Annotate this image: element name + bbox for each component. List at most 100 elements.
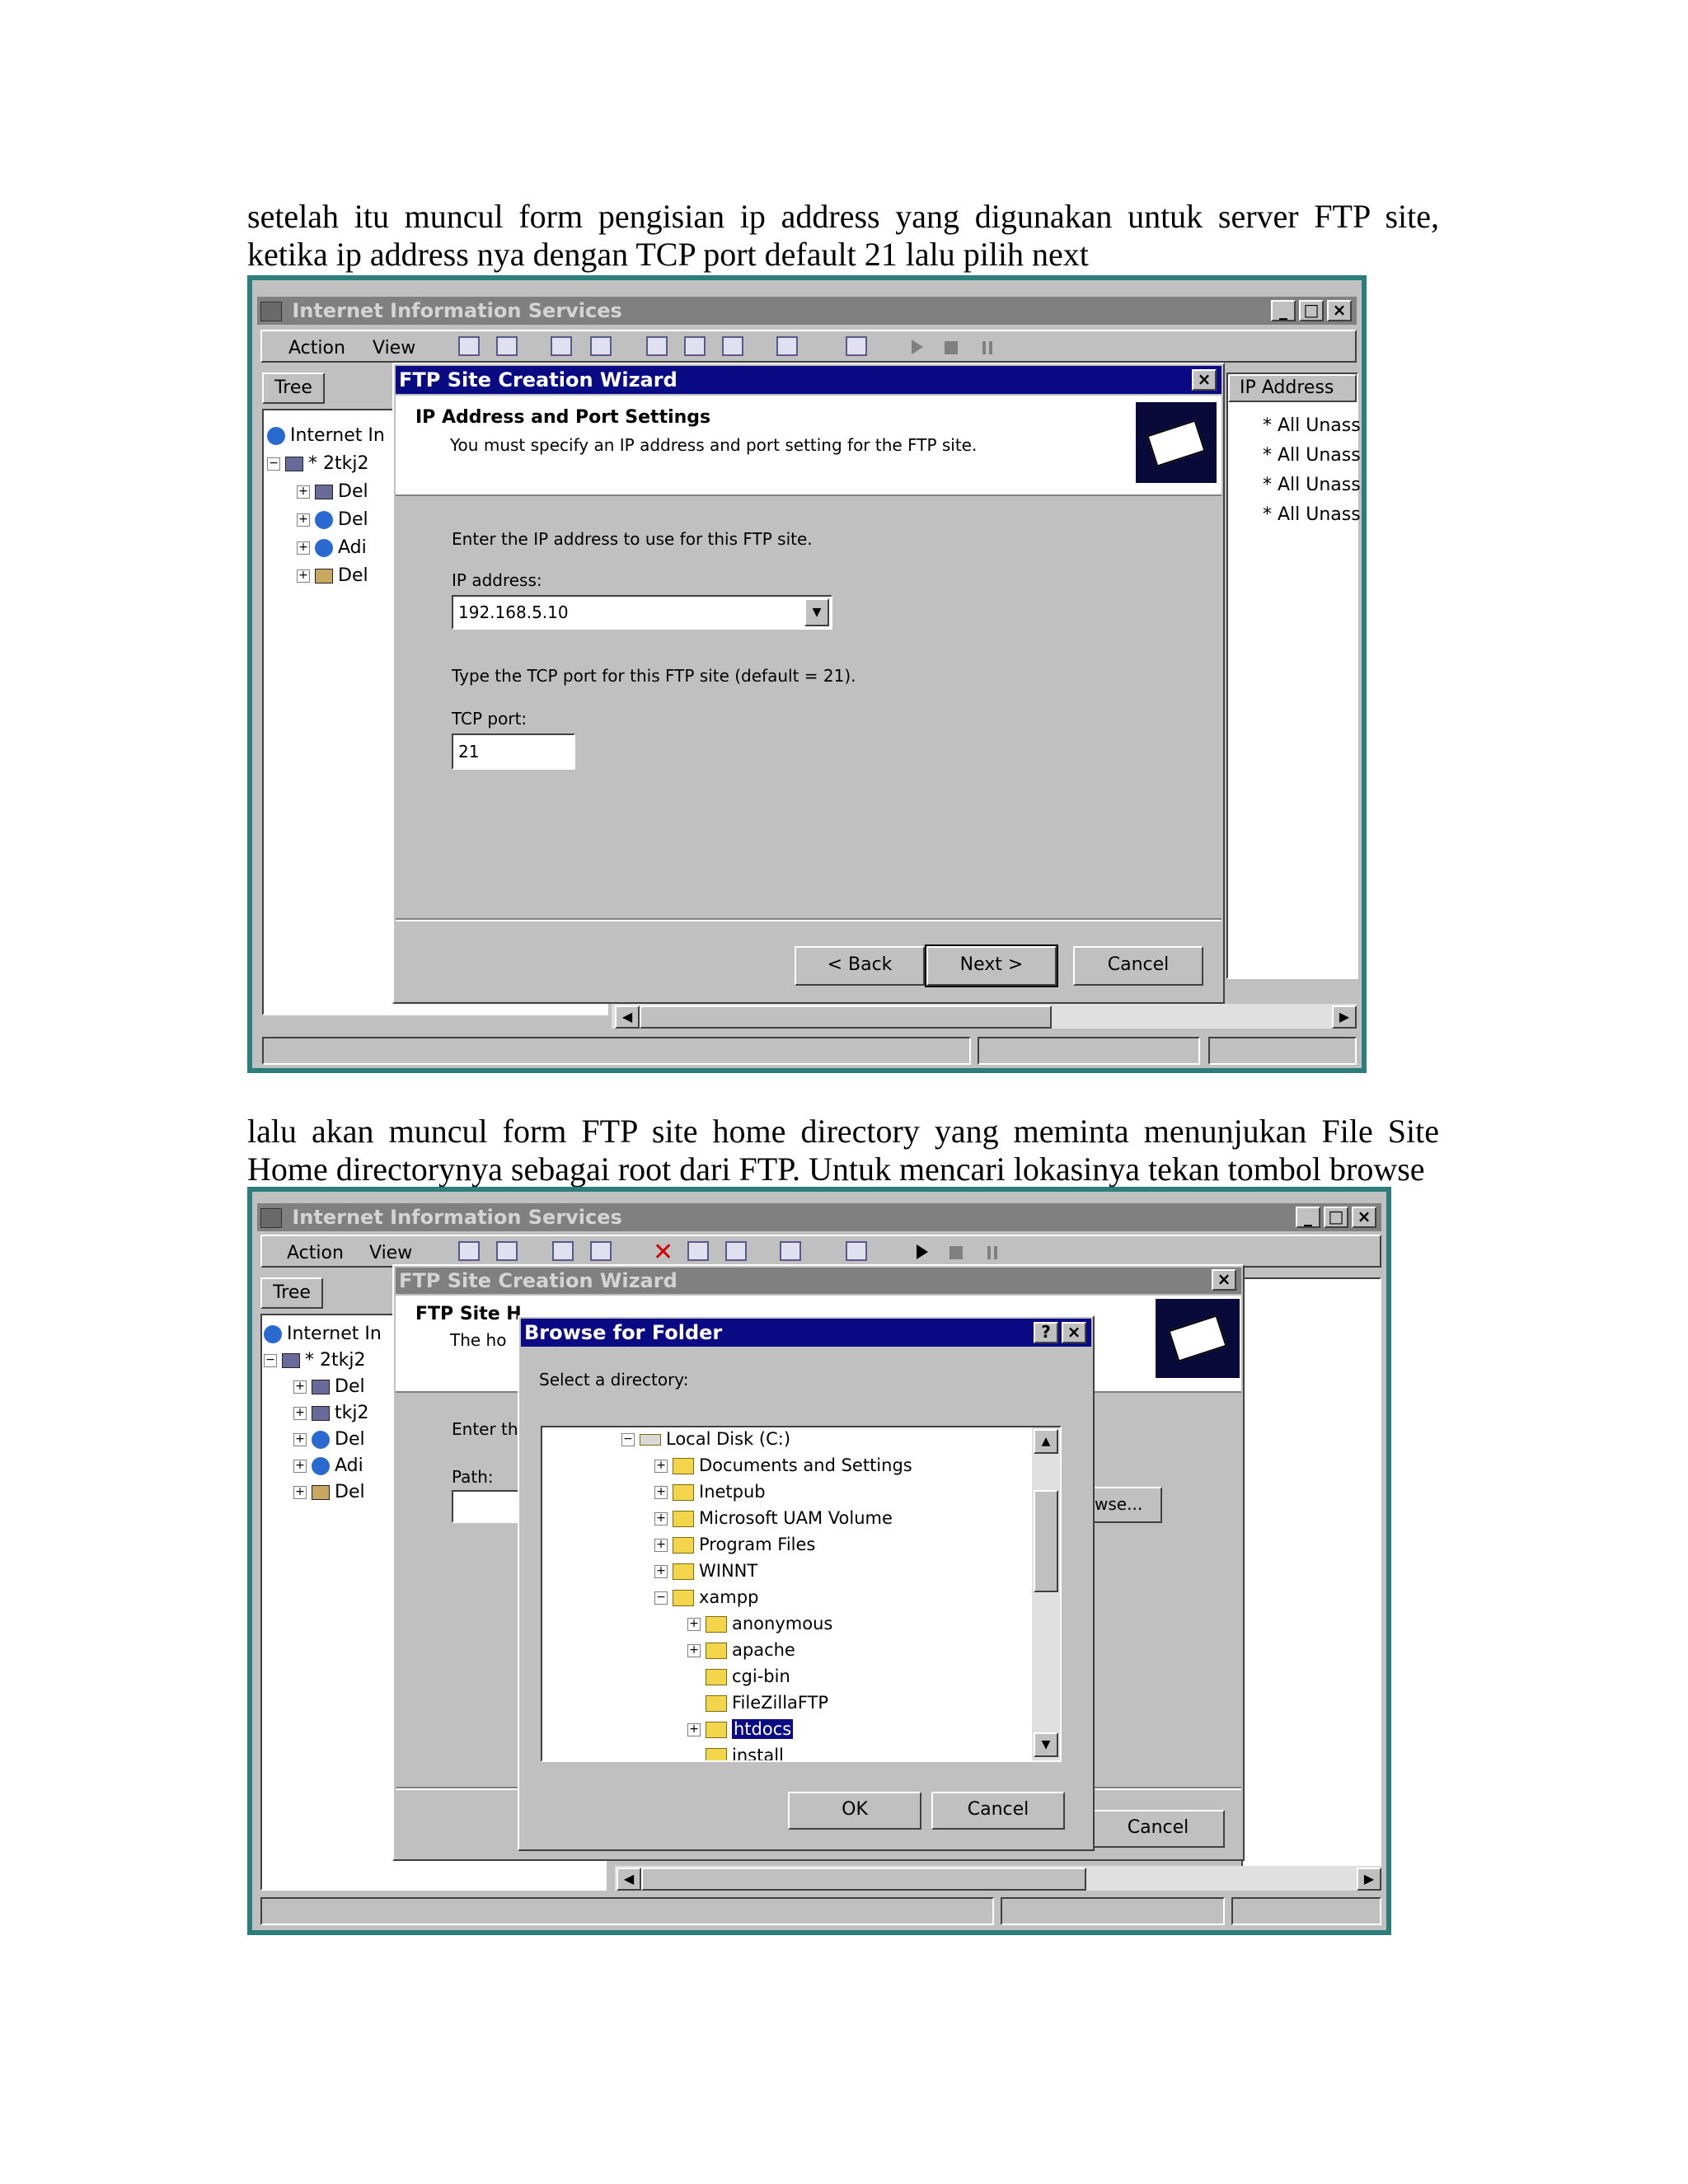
collapse-icon[interactable]: − [621, 1433, 635, 1446]
expand-icon[interactable]: + [293, 1407, 307, 1420]
tree-item-root[interactable]: Internet In [267, 425, 385, 446]
help-button[interactable]: ? [1034, 1322, 1058, 1343]
expand-icon[interactable]: + [654, 1486, 668, 1499]
browse-close-button[interactable]: × [1062, 1322, 1086, 1343]
list-item[interactable]: * All Unass [1263, 504, 1361, 525]
maximize-button[interactable]: □ [1299, 300, 1324, 321]
properties-icon[interactable] [646, 336, 668, 356]
forward-arrow-icon[interactable] [496, 1241, 518, 1261]
minimize-button[interactable]: _ [1296, 1207, 1320, 1228]
scroll-right-button[interactable]: ▶ [1357, 1868, 1381, 1891]
menu-action[interactable]: Action [288, 338, 345, 359]
collapse-icon[interactable]: − [267, 457, 280, 471]
play-icon[interactable] [917, 1244, 928, 1259]
back-arrow-icon[interactable] [458, 336, 480, 356]
forward-arrow-icon[interactable] [496, 336, 518, 356]
show-tree-icon[interactable] [590, 1241, 612, 1261]
computer-icon[interactable] [846, 1241, 867, 1261]
folder-item[interactable]: − Local Disk (C:) [621, 1429, 790, 1449]
close-button[interactable]: × [1352, 1207, 1376, 1228]
tree-item[interactable]: + Del [297, 481, 368, 502]
expand-icon[interactable]: + [687, 1644, 701, 1657]
stop-icon[interactable] [950, 1246, 963, 1259]
close-button[interactable]: × [1327, 300, 1352, 321]
computer-icon[interactable] [846, 336, 867, 356]
expand-icon[interactable]: + [654, 1565, 668, 1578]
cancel-button[interactable]: Cancel [1091, 1810, 1225, 1848]
wizard-close-button[interactable]: × [1192, 369, 1217, 391]
menu-view[interactable]: View [369, 1243, 412, 1263]
expand-icon[interactable]: + [654, 1539, 668, 1552]
pause-icon[interactable] [982, 341, 992, 354]
scroll-right-button[interactable]: ▶ [1332, 1005, 1357, 1029]
refresh-icon[interactable] [684, 336, 706, 356]
tcp-port-field[interactable]: 21 [452, 733, 575, 770]
tree-item-root[interactable]: Internet In [264, 1324, 382, 1344]
list-item[interactable]: * All Unass [1263, 445, 1361, 466]
minimize-button[interactable]: _ [1271, 300, 1296, 321]
menu-action[interactable]: Action [287, 1243, 344, 1263]
expand-icon[interactable]: + [687, 1618, 701, 1631]
chevron-down-icon[interactable]: ▼ [804, 598, 829, 626]
folder-tree[interactable]: − Local Disk (C:) + Documents and Settings +… [541, 1426, 1062, 1762]
tree-item-server[interactable]: − * 2tkj2 [267, 453, 368, 474]
browse-cancel-button[interactable]: Cancel [931, 1792, 1065, 1830]
delete-icon[interactable]: ✕ [653, 1238, 673, 1267]
folder-item[interactable]: + apache [687, 1640, 795, 1660]
show-tree-icon[interactable] [590, 336, 612, 356]
play-icon[interactable] [912, 340, 923, 354]
expand-icon[interactable]: + [293, 1380, 307, 1394]
list-item[interactable]: * All Unass [1263, 475, 1361, 495]
tree-tab[interactable]: Tree [262, 373, 325, 404]
folder-item[interactable]: cgi-bin [687, 1666, 790, 1686]
folder-item[interactable]: + Documents and Settings [654, 1455, 912, 1475]
up-folder-icon[interactable] [552, 1241, 574, 1261]
help-icon[interactable] [776, 336, 798, 356]
tree-item-server[interactable]: − * 2tkj2 [264, 1350, 365, 1371]
properties-icon[interactable] [687, 1241, 709, 1261]
stop-icon[interactable] [945, 341, 958, 354]
folder-item[interactable]: install [687, 1746, 784, 1760]
folder-item[interactable]: + WINNT [654, 1561, 757, 1581]
tree-item[interactable]: + Del [297, 565, 368, 586]
folder-item[interactable]: + Microsoft UAM Volume [654, 1508, 893, 1528]
collapse-icon[interactable]: − [654, 1591, 668, 1605]
scroll-thumb[interactable] [640, 1005, 1052, 1029]
tree-item[interactable]: + Del [293, 1376, 365, 1397]
tree-item[interactable]: + Adi [297, 537, 367, 558]
tree-item[interactable]: + Del [293, 1429, 365, 1450]
expand-icon[interactable]: + [297, 513, 310, 527]
folder-item[interactable]: − xampp [654, 1587, 758, 1607]
refresh-icon[interactable] [725, 1241, 747, 1261]
tree-item[interactable]: + Adi [293, 1455, 363, 1476]
expand-icon[interactable]: + [293, 1433, 307, 1446]
vertical-scrollbar[interactable]: ▲ ▼ [1032, 1427, 1060, 1760]
expand-icon[interactable]: + [654, 1512, 668, 1526]
list-item[interactable]: * All Unass [1263, 415, 1361, 436]
tree-item[interactable]: + Del [293, 1482, 365, 1502]
expand-icon[interactable]: + [293, 1460, 307, 1473]
pause-icon[interactable] [987, 1246, 997, 1259]
expand-icon[interactable]: + [293, 1486, 307, 1499]
scroll-thumb[interactable] [641, 1868, 1086, 1891]
tree-item[interactable]: + tkj2 [293, 1403, 368, 1423]
ip-address-combo[interactable]: 192.168.5.10 ▼ [452, 595, 832, 630]
ok-button[interactable]: OK [788, 1792, 921, 1830]
menu-view[interactable]: View [373, 338, 415, 359]
expand-icon[interactable]: + [654, 1460, 668, 1473]
column-header-ip-address[interactable]: IP Address [1228, 374, 1357, 402]
scroll-down-button[interactable]: ▼ [1034, 1732, 1058, 1757]
expand-icon[interactable]: + [297, 541, 310, 555]
expand-icon[interactable]: + [297, 569, 310, 583]
collapse-icon[interactable]: − [264, 1354, 277, 1367]
scroll-up-button[interactable]: ▲ [1034, 1429, 1058, 1454]
expand-icon[interactable]: + [687, 1723, 701, 1736]
export-icon[interactable] [722, 336, 743, 356]
folder-item[interactable]: + htdocs [687, 1719, 794, 1739]
scroll-left-button[interactable]: ◀ [615, 1005, 640, 1029]
cancel-button[interactable]: Cancel [1073, 946, 1203, 986]
next-button[interactable]: Next > [925, 944, 1058, 987]
up-folder-icon[interactable] [551, 336, 572, 356]
maximize-button[interactable]: □ [1324, 1207, 1348, 1228]
tree-tab[interactable]: Tree [260, 1277, 323, 1309]
